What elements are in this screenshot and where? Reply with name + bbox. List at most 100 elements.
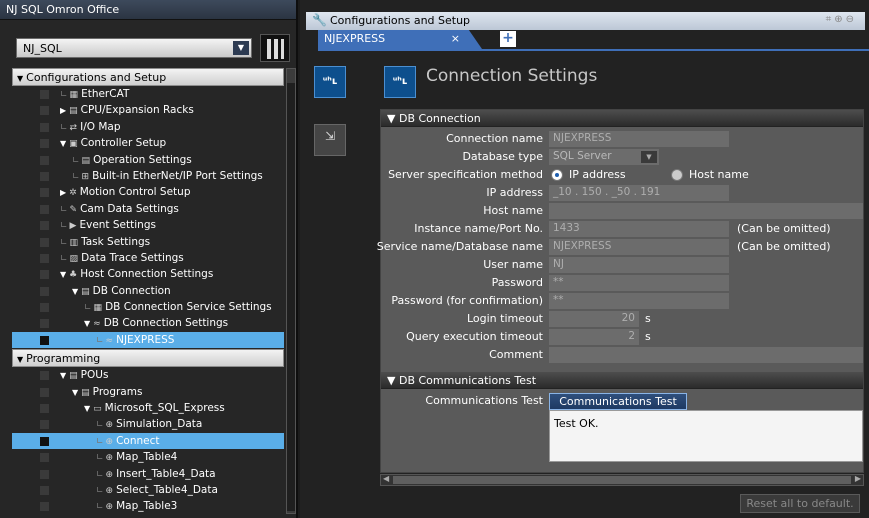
tree-item[interactable]: ∟ ⊕ Select_Table4_Data — [12, 482, 284, 498]
collapsed-triangle-icon[interactable]: ▶ — [60, 106, 66, 115]
add-tab-button[interactable]: + — [500, 31, 516, 47]
tree-item[interactable]: ▼ ▭ Microsoft_SQL_Express — [12, 400, 284, 416]
section-configurations-setup[interactable]: ▼ Configurations and Setup — [12, 68, 284, 86]
host-name-field[interactable] — [549, 203, 863, 219]
tree-item[interactable]: ▼ ▤ POUs — [12, 367, 284, 383]
communications-test-button[interactable]: Communications Test — [549, 393, 687, 410]
password-confirm-field[interactable]: ** — [549, 293, 729, 309]
tree-item[interactable]: ∟ ⊕ Simulation_Data — [12, 416, 284, 432]
checkbox-icon[interactable] — [40, 436, 49, 446]
tree-item[interactable]: ▶ ▤ CPU/Expansion Racks — [12, 102, 284, 118]
chevron-down-icon[interactable]: ▼ — [233, 41, 249, 55]
tree-item[interactable]: ▼ ▤ DB Connection — [12, 283, 284, 299]
explorer-scrollbar[interactable] — [286, 68, 296, 514]
window-controls[interactable]: ⌗⊕⊖ — [826, 14, 857, 25]
collapsed-triangle-icon[interactable]: ▶ — [60, 188, 66, 197]
tree-item[interactable]: ∟ ⊕ Insert_Table4_Data — [12, 466, 284, 482]
tree-item[interactable]: ∟ ⊞ Built-in EtherNet/IP Port Settings — [12, 168, 284, 184]
checkbox-icon[interactable] — [40, 485, 49, 495]
tree-item[interactable]: ∟ ⊕ Connect — [12, 432, 284, 450]
comment-field[interactable] — [549, 347, 863, 363]
close-icon[interactable]: × — [451, 32, 460, 45]
checkbox-icon[interactable] — [40, 122, 49, 132]
horizontal-scroll-thumb[interactable] — [393, 476, 851, 484]
tree-item[interactable]: ∟ ⇄ I/O Map — [12, 119, 284, 135]
connection-name-field[interactable]: NJEXPRESS — [549, 131, 729, 147]
tree-item[interactable]: ▼ ▤ Programs — [12, 384, 284, 400]
db-comm-test-header[interactable]: ▼ DB Communications Test — [381, 372, 863, 389]
password-field[interactable]: ** — [549, 275, 729, 291]
user-name-field[interactable]: NJ — [549, 257, 729, 273]
db-connection-header[interactable]: ▼ DB Connection — [381, 110, 863, 127]
reset-all-default-button[interactable]: Reset all to default. — [740, 494, 860, 513]
horizontal-scrollbar[interactable]: ◀ ▶ — [380, 474, 864, 486]
connection-settings-icon[interactable]: ᵘʰʟ — [314, 66, 346, 98]
checkbox-icon[interactable] — [40, 420, 49, 430]
login-timeout-field[interactable]: 20 — [549, 311, 639, 327]
checkbox-icon[interactable] — [40, 171, 49, 181]
project-select[interactable]: NJ_SQL ▼ — [16, 38, 252, 58]
tree-item[interactable]: ∟ ⊕ Map_Table4 — [12, 449, 284, 465]
tree-item[interactable]: ▼ ▣ Controller Setup — [12, 135, 284, 151]
tree-item[interactable]: ∟ ⊕ Map_Table3 — [12, 498, 284, 514]
radio-ip-address[interactable] — [551, 169, 563, 181]
tab-njexpress[interactable]: NJEXPRESS × — [318, 30, 482, 49]
collapse-triangle-icon[interactable]: ▼ — [17, 355, 23, 364]
service-name-field[interactable]: NJEXPRESS — [549, 239, 729, 255]
tree-item[interactable]: ∟ ▤ Operation Settings — [12, 152, 284, 168]
instance-port-field[interactable]: 1433 — [549, 221, 729, 237]
checkbox-icon[interactable] — [40, 371, 49, 381]
database-type-select[interactable]: SQL Server ▼ — [549, 149, 659, 165]
scroll-left-icon[interactable]: ◀ — [383, 474, 389, 483]
checkbox-icon[interactable] — [40, 387, 49, 397]
checkbox-icon[interactable] — [40, 404, 49, 414]
checkbox-icon[interactable] — [40, 286, 49, 296]
programs-icon: ▤ — [81, 387, 90, 398]
checkbox-icon[interactable] — [40, 253, 49, 263]
checkbox-icon[interactable] — [40, 139, 49, 149]
checkbox-icon[interactable] — [40, 188, 49, 198]
tree-item[interactable]: ▼ ♣ Host Connection Settings — [12, 266, 284, 282]
tree-item-label: Programs — [92, 385, 143, 398]
checkbox-icon[interactable] — [40, 237, 49, 247]
checkbox-icon[interactable] — [40, 204, 49, 214]
checkbox-icon[interactable] — [40, 90, 49, 99]
checkbox-icon[interactable] — [40, 502, 49, 512]
export-icon[interactable]: ⇲ — [314, 124, 346, 156]
query-timeout-field[interactable]: 2 — [549, 329, 639, 345]
tree-item[interactable]: ∟ ▥ Task Settings — [12, 234, 284, 250]
checkbox-icon[interactable] — [40, 319, 49, 329]
tree-item[interactable]: ∟ ≈ NJEXPRESS — [12, 331, 284, 349]
explorer-scroll-thumb[interactable] — [287, 83, 295, 511]
controller-status-icon[interactable] — [260, 34, 290, 62]
tree-item[interactable]: ∟ ✎ Cam Data Settings — [12, 201, 284, 217]
checkbox-icon[interactable] — [40, 106, 49, 116]
tree-connector-icon: ∟ — [72, 171, 80, 182]
tree-item[interactable]: ∟ ▨ Data Trace Settings — [12, 250, 284, 266]
expanded-triangle-icon[interactable]: ▼ — [72, 287, 78, 296]
expanded-triangle-icon[interactable]: ▼ — [72, 388, 78, 397]
expanded-triangle-icon[interactable]: ▼ — [60, 139, 66, 148]
checkbox-icon[interactable] — [40, 270, 49, 280]
expanded-triangle-icon[interactable]: ▼ — [60, 270, 66, 279]
tree-item[interactable]: ▶ ✲ Motion Control Setup — [12, 184, 284, 200]
scroll-right-icon[interactable]: ▶ — [855, 474, 861, 483]
expanded-triangle-icon[interactable]: ▼ — [60, 371, 66, 380]
tree-item[interactable]: ∟ ▦ EtherCAT — [12, 86, 284, 102]
checkbox-icon[interactable] — [40, 469, 49, 479]
checkbox-icon[interactable] — [40, 303, 49, 313]
chevron-down-icon[interactable]: ▼ — [641, 151, 657, 163]
checkbox-icon[interactable] — [40, 453, 49, 463]
section-programming[interactable]: ▼ Programming — [12, 349, 284, 368]
ip-address-field[interactable]: _10 . 150 . _50 . 191 — [549, 185, 729, 201]
radio-host-name[interactable] — [671, 169, 683, 181]
collapse-triangle-icon[interactable]: ▼ — [17, 74, 23, 83]
checkbox-icon[interactable] — [40, 221, 49, 231]
checkbox-icon[interactable] — [40, 335, 49, 345]
checkbox-icon[interactable] — [40, 155, 49, 165]
tree-item[interactable]: ▼ ≈ DB Connection Settings — [12, 315, 284, 331]
expanded-triangle-icon[interactable]: ▼ — [84, 319, 90, 328]
tree-item[interactable]: ∟ ▦ DB Connection Service Settings — [12, 299, 284, 315]
expanded-triangle-icon[interactable]: ▼ — [84, 404, 90, 413]
tree-item[interactable]: ∟ ▶ Event Settings — [12, 217, 284, 233]
